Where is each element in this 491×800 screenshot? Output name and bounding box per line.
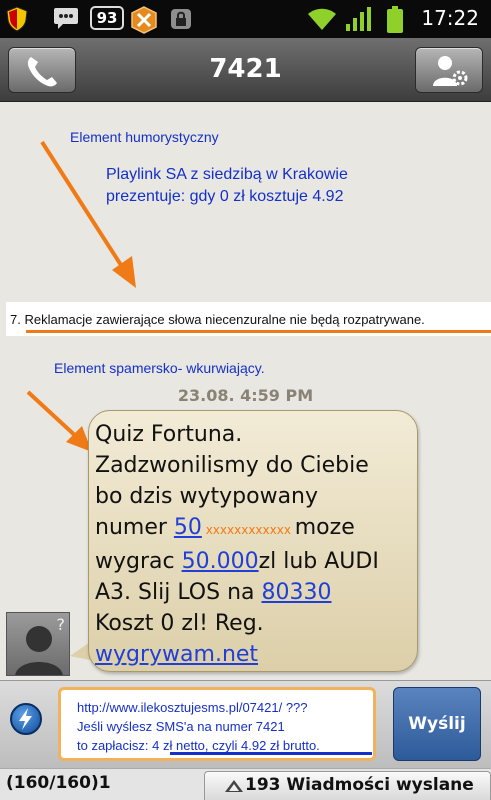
input-price-text: 4 zł netto, czyli 4.92 zł brutto. xyxy=(152,738,320,753)
chat-icon xyxy=(54,8,78,29)
message-line: Zadzwonilismy do Ciebie xyxy=(95,453,369,478)
status-bar: 93 17:22 xyxy=(0,0,491,38)
bottom-bar: (160/160)1 193 Wiadmości wyslane xyxy=(0,768,491,800)
message-timestamp: 23.08. 4:59 PM xyxy=(177,386,314,405)
message-text: wygrac xyxy=(95,549,182,574)
input-line: Jeśli wyślesz SMS'a na numer 7421 xyxy=(77,719,285,734)
message-body: Quiz Fortuna. Zadzwonilismy do Ciebie bo… xyxy=(95,419,415,670)
shield-icon xyxy=(6,6,28,32)
attach-button[interactable] xyxy=(10,703,42,735)
notification-count-badge: 93 xyxy=(90,6,124,30)
conversation-header: 7421 xyxy=(0,38,491,102)
number-link[interactable]: 50 xyxy=(174,515,202,540)
message-line: A3. Slij LOS na 80330 xyxy=(95,577,415,608)
playlink-annotation: Playlink SA z siedzibą w Krakowie prezen… xyxy=(106,164,426,208)
website-link[interactable]: wygrywam.net xyxy=(95,642,258,667)
triangle-icon-inner xyxy=(229,784,239,791)
wifi-icon xyxy=(308,8,336,30)
signal-icon xyxy=(346,7,371,31)
avatar[interactable]: ? xyxy=(6,612,70,676)
character-counter: (160/160)1 xyxy=(6,773,111,793)
message-text: numer xyxy=(95,515,174,540)
message-line: numer 50 xxxxxxxxxxxx moze xyxy=(95,512,415,546)
humor-annotation-label: Element humorystyczny xyxy=(70,129,219,145)
price-underline xyxy=(170,752,372,755)
send-button[interactable]: Wyślij xyxy=(393,687,481,761)
playlink-line-1: Playlink SA z siedzibą w Krakowie xyxy=(106,166,348,183)
message-bubble-tail xyxy=(70,642,90,660)
contact-settings-icon xyxy=(433,56,468,86)
message-input-text: http://www.ilekosztujesms.pl/07421/ ??? … xyxy=(77,698,320,755)
message-line: wygrac 50.000zl lub AUDI xyxy=(95,546,415,577)
message-line: Quiz Fortuna. xyxy=(95,422,243,447)
battery-icon xyxy=(387,6,403,33)
sent-messages-label: 193 Wiadmości wyslane xyxy=(245,775,474,795)
sent-messages-tab[interactable]: 193 Wiadmości wyslane xyxy=(204,771,491,800)
playlink-line-2: prezentuje: gdy 0 zł kosztuje 4.92 xyxy=(106,188,344,205)
terms-text: 7. Reklamacje zawierające słowa niecenzu… xyxy=(10,312,425,327)
contact-settings-button[interactable] xyxy=(415,47,483,93)
message-text: zl lub AUDI xyxy=(258,549,379,574)
short-code-link[interactable]: 80330 xyxy=(262,580,332,605)
incoming-message-bubble[interactable]: Quiz Fortuna. Zadzwonilismy do Ciebie bo… xyxy=(88,410,418,672)
lightning-icon xyxy=(19,708,32,730)
message-text: A3. Slij LOS na xyxy=(95,580,262,605)
terms-underline xyxy=(26,330,491,333)
spam-annotation-label: Element spamersko- wkurwiający. xyxy=(54,360,265,376)
input-line: http://www.ilekosztujesms.pl/07421/ ??? xyxy=(77,700,308,715)
message-line: wygrywam.net xyxy=(95,639,415,670)
message-input[interactable]: http://www.ilekosztujesms.pl/07421/ ??? … xyxy=(58,687,376,761)
crosshair-hex-icon xyxy=(131,6,157,34)
prize-number-link[interactable]: 50.000 xyxy=(182,549,259,574)
input-text: to zapłacisz: xyxy=(77,738,153,753)
masked-number: xxxxxxxxxxxx xyxy=(201,523,295,537)
message-line: Koszt 0 zl! Reg. xyxy=(95,611,264,636)
message-text: moze xyxy=(294,515,355,540)
message-line: bo dzis wytypowany xyxy=(95,484,319,509)
lock-icon xyxy=(171,9,191,29)
avatar-unknown-mark: ? xyxy=(56,615,66,634)
clock: 17:22 xyxy=(421,6,479,30)
